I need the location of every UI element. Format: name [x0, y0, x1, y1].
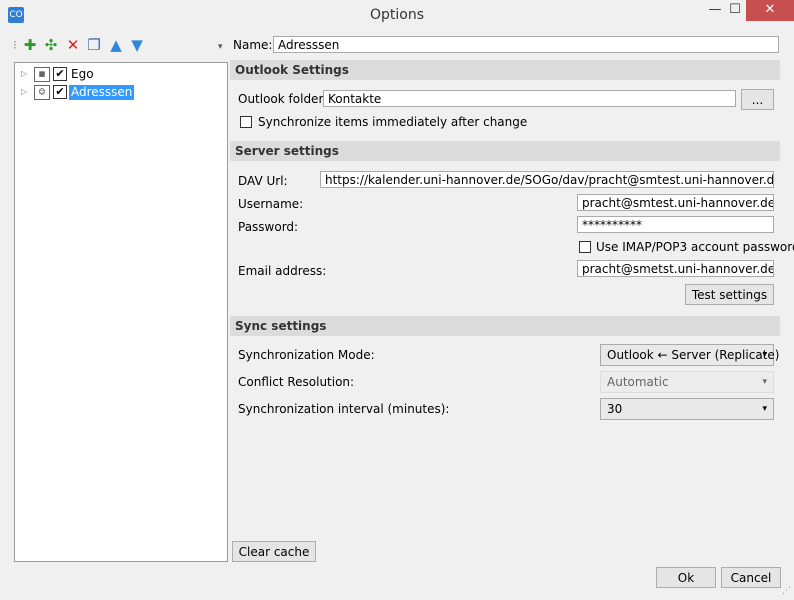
maximize-button[interactable]: ☐	[722, 0, 748, 21]
delete-profile-icon[interactable]: ✕	[65, 37, 81, 53]
test-settings-button[interactable]: Test settings	[685, 284, 774, 305]
ok-button[interactable]: Ok	[656, 567, 716, 588]
expand-icon[interactable]: ▷	[21, 87, 27, 96]
email-label: Email address:	[238, 264, 327, 278]
title-bar: CO Options — ☐ ✕	[0, 0, 794, 30]
move-down-icon[interactable]: ▼	[129, 37, 145, 53]
sync-settings-header: Sync settings	[230, 316, 780, 336]
sync-immediately-checkbox[interactable]	[240, 116, 252, 128]
profiles-toolbar: ⁝ ✚ ✣ ✕ ❐ ▲ ▼ ▾	[13, 34, 227, 58]
calendar-icon: ▦	[34, 67, 50, 82]
imap-password-label: Use IMAP/POP3 account password	[596, 240, 794, 254]
email-input[interactable]: pracht@smetst.uni-hannover.de	[577, 260, 774, 277]
toolbar-overflow-icon[interactable]: ▾	[218, 42, 223, 52]
sync-interval-select[interactable]: 30 ▾	[600, 398, 774, 420]
window-title: Options	[369, 7, 425, 23]
sync-immediately-label: Synchronize items immediately after chan…	[258, 115, 528, 129]
chevron-down-icon: ▾	[762, 377, 767, 387]
sync-mode-value: Outlook ← Server (Replicate)	[607, 348, 780, 362]
toolbar-grip: ⁝	[13, 38, 17, 52]
tree-item-adresssen[interactable]: ▷ ☺ ✔ Adresssen	[21, 84, 141, 101]
contacts-icon: ☺	[34, 85, 50, 100]
add-profile-icon[interactable]: ✚	[22, 37, 38, 53]
cancel-button[interactable]: Cancel	[721, 567, 781, 588]
expand-icon[interactable]: ▷	[21, 69, 27, 78]
name-input[interactable]: Adresssen	[273, 36, 779, 53]
clear-cache-button[interactable]: Clear cache	[232, 541, 316, 562]
profiles-panel: ⁝ ✚ ✣ ✕ ❐ ▲ ▼ ▾ ▷ ▦ ✔ Ego ▷ ☺ ✔ Adressse…	[13, 34, 228, 562]
browse-folder-button[interactable]: ...	[741, 89, 774, 110]
outlook-settings-header: Outlook Settings	[230, 60, 780, 80]
sync-mode-select[interactable]: Outlook ← Server (Replicate) ▾	[600, 344, 779, 366]
tree-item-ego[interactable]: ▷ ▦ ✔ Ego	[21, 66, 141, 83]
conflict-resolution-label: Conflict Resolution:	[238, 375, 355, 389]
chevron-down-icon: ▾	[762, 404, 767, 414]
copy-profile-icon[interactable]: ❐	[86, 37, 102, 53]
add-multiple-profiles-icon[interactable]: ✣	[43, 37, 59, 53]
username-label: Username:	[238, 197, 304, 211]
adresssen-checkbox[interactable]: ✔	[53, 85, 67, 99]
conflict-resolution-value: Automatic	[607, 375, 669, 389]
server-settings-header: Server settings	[230, 141, 780, 161]
close-button[interactable]: ✕	[746, 0, 794, 21]
outlook-folder-input[interactable]: Kontakte	[323, 90, 736, 107]
sync-mode-label: Synchronization Mode:	[238, 348, 375, 362]
dav-url-input[interactable]: https://kalender.uni-hannover.de/SOGo/da…	[320, 171, 774, 188]
outlook-folder-label: Outlook folder:	[238, 92, 328, 106]
sync-interval-label: Synchronization interval (minutes):	[238, 402, 450, 416]
name-label: Name:	[233, 38, 273, 52]
resize-grip-icon[interactable]: ⋰	[782, 586, 791, 596]
tree-item-label: Ego	[71, 67, 94, 81]
imap-password-checkbox[interactable]	[579, 241, 591, 253]
chevron-down-icon: ▾	[762, 350, 767, 360]
ego-checkbox[interactable]: ✔	[53, 67, 67, 81]
username-input[interactable]: pracht@smtest.uni-hannover.de	[577, 194, 774, 211]
profile-tree: ▷ ▦ ✔ Ego ▷ ☺ ✔ Adresssen	[14, 62, 228, 562]
conflict-resolution-select: Automatic ▾	[600, 371, 774, 393]
move-up-icon[interactable]: ▲	[108, 37, 124, 53]
tree-item-label: Adresssen	[69, 85, 135, 100]
password-input[interactable]: **********	[577, 216, 774, 233]
sync-interval-value: 30	[607, 402, 623, 416]
dav-url-label: DAV Url:	[238, 174, 288, 188]
password-label: Password:	[238, 220, 299, 234]
